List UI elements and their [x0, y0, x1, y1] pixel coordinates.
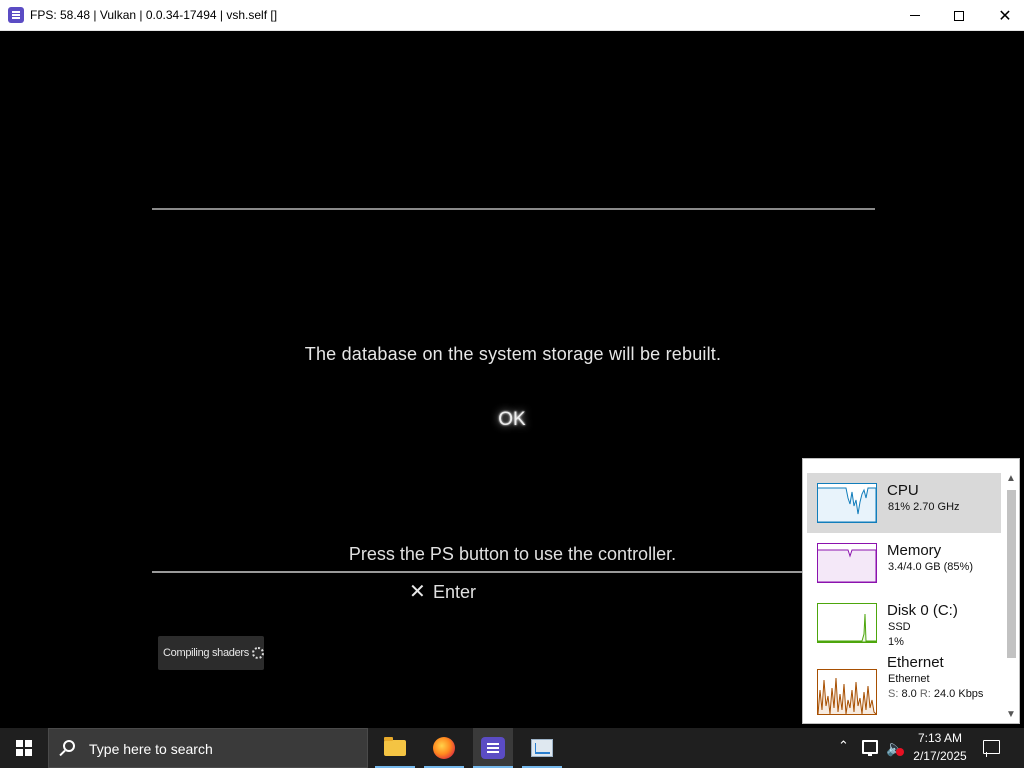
volume-muted-badge-icon: [896, 748, 904, 756]
perf-name-cpu: CPU: [887, 482, 919, 499]
scroll-thumb[interactable]: [1007, 490, 1016, 658]
enter-hint: ✕ Enter: [409, 581, 476, 603]
maximize-button[interactable]: [936, 0, 982, 31]
scroll-down-icon[interactable]: ▼: [1006, 709, 1016, 720]
perf-name-ethernet: Ethernet: [887, 654, 944, 671]
perf-name-disk: Disk 0 (C:): [887, 602, 958, 619]
scroll-up-icon[interactable]: ▲: [1006, 473, 1016, 484]
spinner-icon: [252, 647, 264, 659]
perf-ethernet-recv-label: R:: [919, 688, 931, 700]
divider-top: [152, 208, 875, 210]
window-title: FPS: 58.48 | Vulkan | 0.0.34-17494 | vsh…: [30, 8, 278, 22]
perf-name-memory: Memory: [887, 542, 942, 559]
rpcs3-icon: [481, 737, 505, 759]
dialog-message: The database on the system storage will …: [304, 344, 722, 364]
perf-ethernet-throughput: S: 8.0 R: 24.0 Kbps: [888, 688, 983, 700]
show-hidden-icons-chevron-icon[interactable]: ⌃: [838, 738, 849, 754]
minimize-icon: [910, 15, 920, 16]
perf-item-ethernet[interactable]: Ethernet Ethernet S: 8.0 R: 24.0 Kbps: [807, 654, 1001, 719]
cross-button-icon: ✕: [409, 581, 426, 603]
perf-ethernet-adapter: Ethernet: [888, 673, 930, 685]
enter-label: Enter: [433, 581, 477, 602]
compiling-shaders-toast: Compiling shaders: [158, 636, 264, 670]
taskbar: Type here to search ⌃ 🔈 7:13 AM 2/17/202…: [0, 728, 1024, 768]
disk-graph: [817, 603, 877, 643]
search-placeholder: Type here to search: [89, 741, 213, 757]
window-titlebar[interactable]: FPS: 58.48 | Vulkan | 0.0.34-17494 | vsh…: [0, 0, 1024, 31]
close-icon: ✕: [998, 7, 1012, 25]
clock-time[interactable]: 7:13 AM: [910, 731, 970, 745]
divider-bottom: [152, 571, 802, 573]
maximize-icon: [954, 10, 964, 21]
firefox-icon: [433, 737, 455, 759]
search-icon: [63, 740, 75, 752]
ps-button-hint: Press the PS button to use the controlle…: [348, 544, 677, 564]
minimize-button[interactable]: [892, 0, 938, 31]
taskbar-app-firefox[interactable]: [424, 728, 464, 768]
taskbar-app-file-explorer[interactable]: [375, 728, 415, 768]
taskbar-app-task-manager[interactable]: [522, 728, 562, 768]
perf-disk-type: SSD: [888, 621, 911, 633]
start-button[interactable]: [0, 728, 48, 768]
perf-disk-usage: 1%: [888, 636, 904, 648]
ok-button[interactable]: OK: [462, 409, 562, 431]
perf-cpu-usage: 81% 2.70 GHz: [888, 501, 960, 513]
close-button[interactable]: ✕: [982, 0, 1024, 31]
shader-toast-text: Compiling shaders: [163, 647, 249, 659]
task-manager-icon: [531, 739, 553, 757]
memory-graph: [817, 543, 877, 583]
perf-item-cpu[interactable]: CPU 81% 2.70 GHz: [807, 473, 1001, 533]
perf-ethernet-send-label: S:: [888, 688, 899, 700]
perf-item-memory[interactable]: Memory 3.4/4.0 GB (85%): [807, 533, 1001, 593]
taskbar-search[interactable]: Type here to search: [48, 728, 368, 768]
perf-ethernet-recv-value: 24.0 Kbps: [933, 688, 984, 700]
network-icon[interactable]: [862, 740, 878, 756]
file-explorer-icon: [384, 737, 406, 756]
action-center-icon[interactable]: [983, 740, 1000, 757]
clock-date[interactable]: 2/17/2025: [908, 749, 972, 763]
ethernet-graph: [817, 669, 877, 715]
cpu-graph: [817, 483, 877, 523]
perf-item-disk[interactable]: Disk 0 (C:) SSD 1%: [807, 593, 1001, 653]
rpcs3-icon: [8, 7, 24, 23]
windows-logo-icon: [16, 740, 32, 756]
perf-memory-usage: 3.4/4.0 GB (85%): [888, 561, 973, 573]
performance-panel: CPU 81% 2.70 GHz Memory 3.4/4.0 GB (85%)…: [802, 458, 1020, 724]
taskbar-app-rpcs3[interactable]: [473, 728, 513, 768]
perf-scrollbar[interactable]: ▲ ▼: [1003, 472, 1020, 724]
perf-ethernet-send-value: 8.0: [901, 688, 917, 700]
